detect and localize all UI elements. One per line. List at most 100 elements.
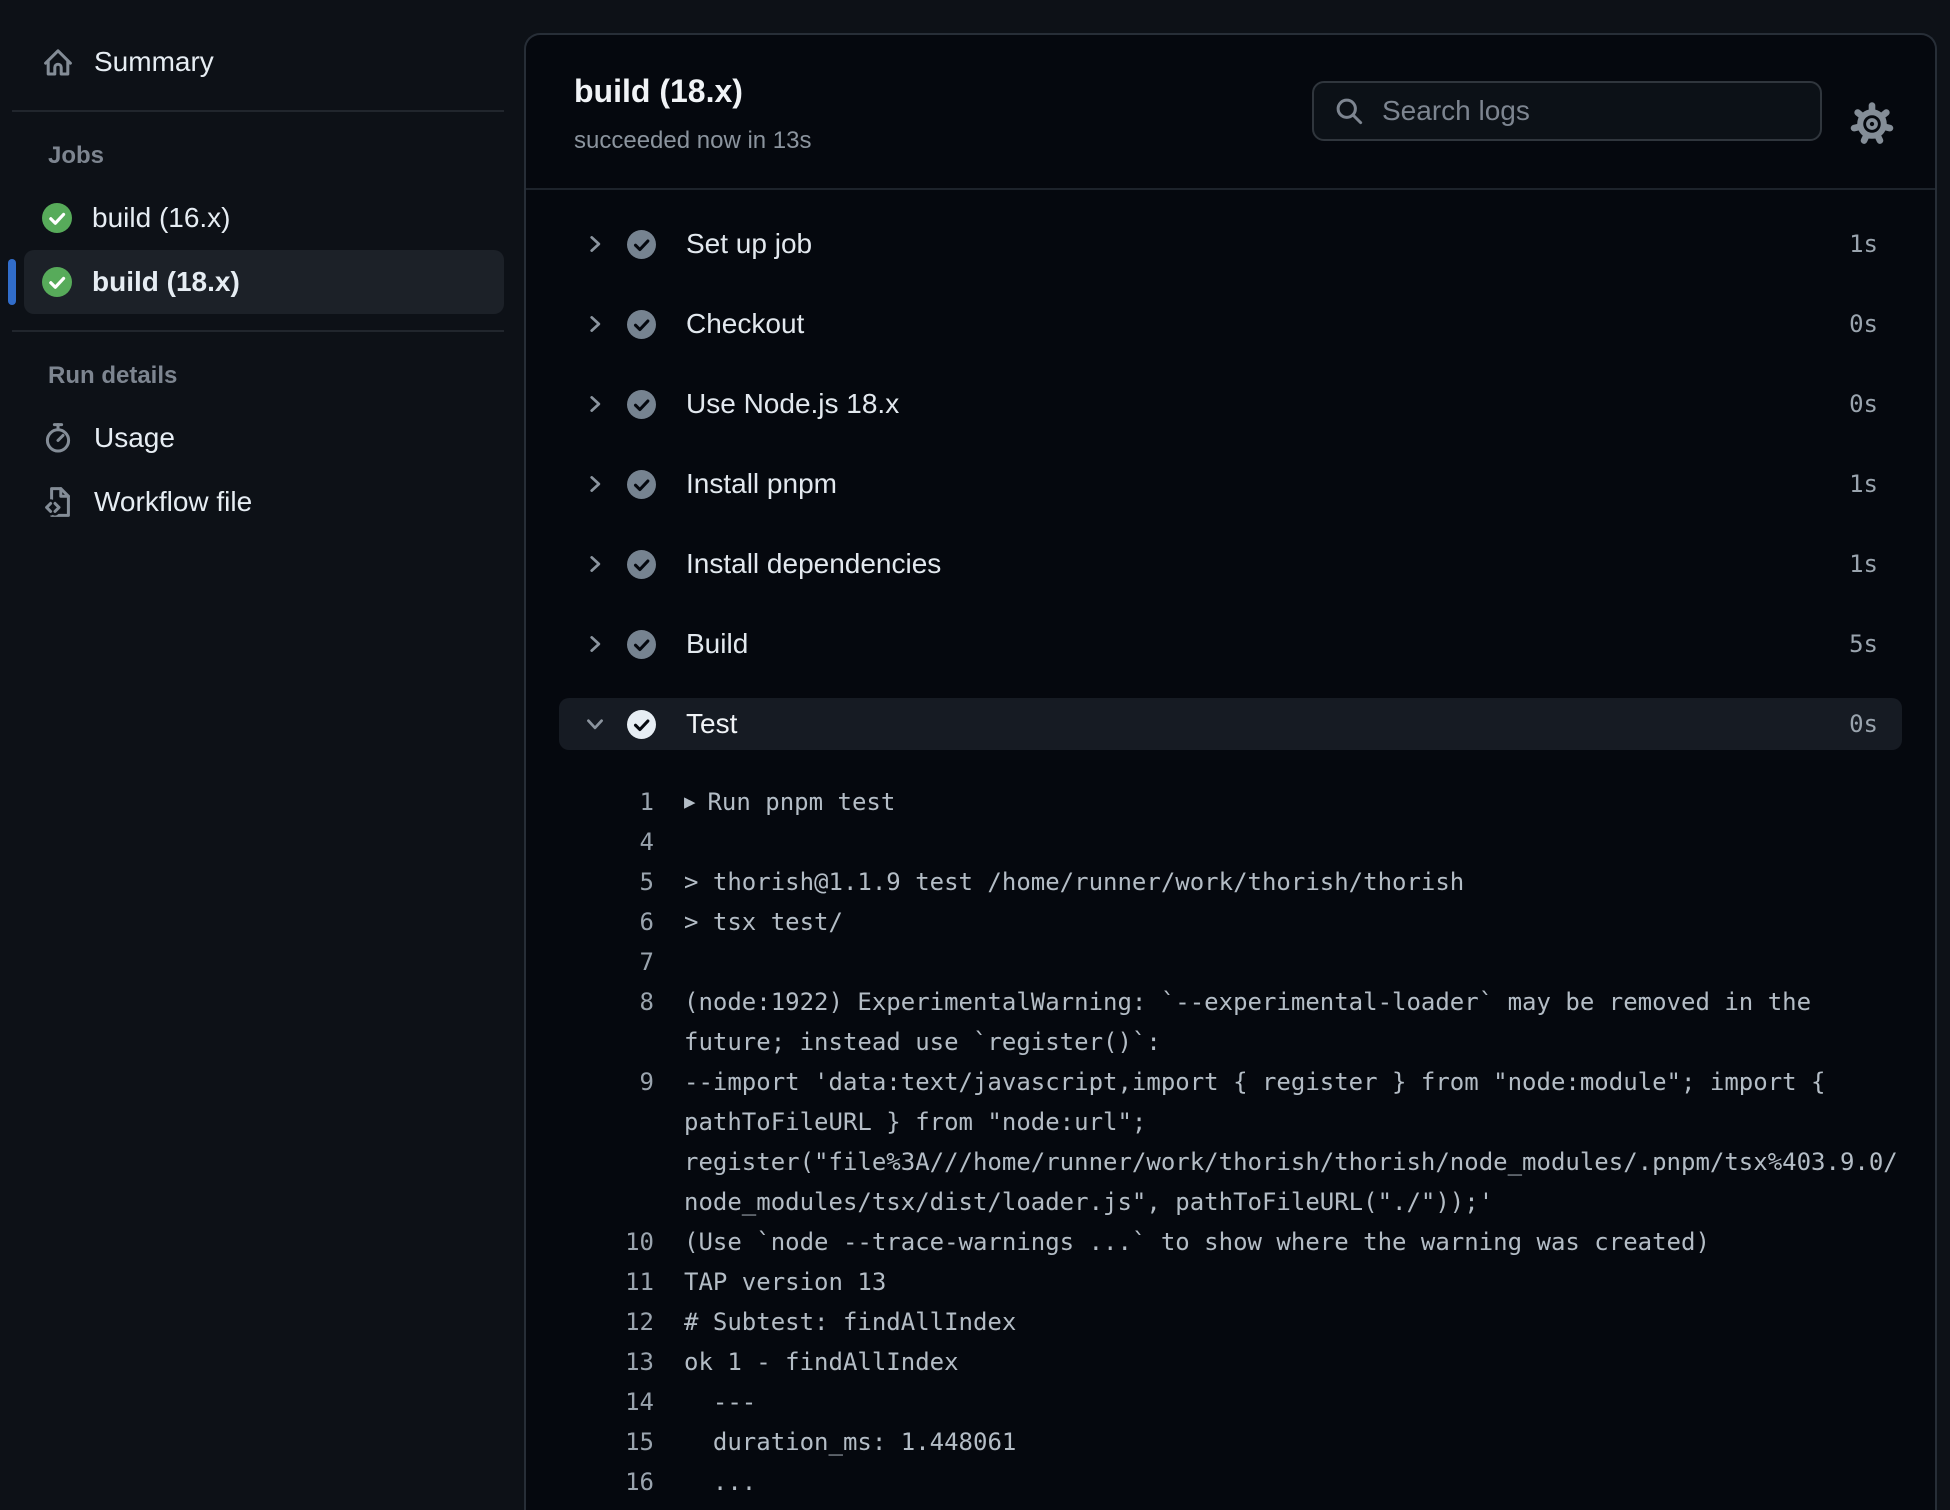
sidebar-item-summary[interactable]: Summary [24,30,504,94]
log-line: 11 TAP version 13 [526,1262,1935,1302]
sidebar-item-label: build (16.x) [92,202,231,233]
gear-icon[interactable] [1847,99,1897,149]
sidebar-item-label: build (18.x) [92,266,240,297]
run-command-icon: ▶ [684,791,696,813]
log-line-text: ... [684,1468,757,1496]
log-line: 13 ok 1 - findAllIndex [526,1342,1935,1382]
log-line: 1 ▶ Run pnpm test [526,782,1935,822]
step-row[interactable]: Build 5s [559,618,1902,670]
log-line-number[interactable]: 12 [526,1302,654,1342]
job-header: build (18.x) succeeded now in 13s [526,35,1935,190]
step-label: Test [686,708,738,739]
chevron-right-icon[interactable] [583,312,609,336]
chevron-right-icon[interactable] [583,632,609,656]
chevron-right-icon[interactable] [583,232,609,256]
log-line-number[interactable]: 10 [526,1222,654,1262]
log-line-text: --- [684,1388,757,1416]
log-line-text: TAP version 13 [684,1268,887,1296]
step-row[interactable]: Test 0s [559,698,1902,750]
check-circle-icon [627,549,656,579]
log-line-number[interactable]: 9 [526,1062,654,1102]
step-label: Install pnpm [686,468,837,499]
step-install-pnpm: Install pnpm 1s [526,444,1935,524]
search-logs-box[interactable] [1312,81,1822,141]
sidebar-item-label: Usage [94,422,175,453]
log-line-number[interactable]: 4 [526,822,654,862]
step-label: Set up job [686,228,813,259]
step-duration: 0s [1849,390,1878,418]
step-row[interactable]: Install dependencies 1s [559,538,1902,590]
log-line-text: > tsx test/ [684,908,843,936]
log-line: 5 > thorish@1.1.9 test /home/runner/work… [526,862,1935,902]
chevron-right-icon[interactable] [583,392,609,416]
log-line: 7 [526,942,1935,982]
sidebar-divider [12,330,504,332]
sidebar-item-usage[interactable]: Usage [24,406,504,470]
log-line-text: # Subtest: findAllIndex [684,1308,1017,1336]
run-details-heading: Run details [48,362,178,389]
step-row[interactable]: Install pnpm 1s [559,458,1902,510]
sidebar: Summary Jobs build (16.x) build (18.x) R… [0,0,524,1506]
log-line: 9 --import 'data:text/javascript,import … [526,1062,1935,1222]
step-label: Checkout [686,308,805,339]
check-circle-icon [627,469,656,499]
file-code-icon [42,486,74,518]
log-line-number[interactable]: 15 [526,1422,654,1462]
log-line: 16 ... [526,1462,1935,1502]
chevron-right-icon[interactable] [583,472,609,496]
check-circle-icon [627,229,656,259]
step-duration: 1s [1849,550,1878,578]
sidebar-item-label: Workflow file [94,486,253,517]
step-duration: 0s [1849,310,1878,338]
step-row[interactable]: Set up job 1s [559,218,1902,270]
log-line: 15 duration_ms: 1.448061 [526,1422,1935,1462]
job-panel: build (18.x) succeeded now in 13s Search… [524,33,1937,1510]
log-line-number[interactable]: 1 [526,782,654,822]
step-label: Install dependencies [686,548,942,579]
search-logs-input[interactable] [1380,94,1800,128]
log-line-text: ▶ Run pnpm test [684,782,1900,822]
step-checkout: Checkout 0s [526,284,1935,364]
log-line-text: --import 'data:text/javascript,import { … [684,1068,1898,1216]
log-line-number[interactable]: 7 [526,942,654,982]
log-output: 1 ▶ Run pnpm test 4 5 > thorish@1.1.9 tes… [526,764,1935,1502]
check-circle-icon [42,203,72,233]
log-line: 4 [526,822,1935,862]
step-label: Use Node.js 18.x [686,388,900,419]
step-use-nodejs: Use Node.js 18.x 0s [526,364,1935,444]
step-label: Build [686,628,749,659]
chevron-down-icon[interactable] [583,712,609,736]
job-title: build (18.x) [574,73,743,109]
jobs-heading: Jobs [48,142,105,169]
stopwatch-icon [42,422,74,454]
log-line-number[interactable]: 13 [526,1342,654,1382]
sidebar-divider [12,110,504,112]
step-test: Test 0s [526,684,1935,764]
log-line-number[interactable]: 8 [526,982,654,1022]
sidebar-item-workflow-file[interactable]: Workflow file [24,470,504,534]
log-line: 8 (node:1922) ExperimentalWarning: `--ex… [526,982,1935,1062]
sidebar-item-label: Summary [94,46,214,77]
job-status-line: succeeded now in 13s [574,127,812,154]
log-line: 10 (Use `node --trace-warnings ...` to s… [526,1222,1935,1262]
check-circle-icon [42,267,72,297]
log-line-number[interactable]: 11 [526,1262,654,1302]
chevron-right-icon[interactable] [583,552,609,576]
step-row[interactable]: Checkout 0s [559,298,1902,350]
step-set-up-job: Set up job 1s [526,204,1935,284]
sidebar-item-build-18x[interactable]: build (18.x) [24,250,504,314]
sidebar-item-build-16x[interactable]: build (16.x) [24,186,504,250]
log-line-number[interactable]: 14 [526,1382,654,1422]
log-line-text: (Use `node --trace-warnings ...` to show… [684,1228,1710,1256]
log-line-text: (node:1922) ExperimentalWarning: `--expe… [684,988,1826,1056]
log-line-text: > thorish@1.1.9 test /home/runner/work/t… [684,868,1465,896]
log-line-number[interactable]: 5 [526,862,654,902]
search-icon [1336,98,1363,125]
check-circle-icon [627,629,656,659]
log-line-number[interactable]: 6 [526,902,654,942]
step-row[interactable]: Use Node.js 18.x 0s [559,378,1902,430]
step-duration: 1s [1849,230,1878,258]
log-line-text: duration_ms: 1.448061 [684,1428,1017,1456]
log-line: 6 > tsx test/ [526,902,1935,942]
log-line-number[interactable]: 16 [526,1462,654,1502]
